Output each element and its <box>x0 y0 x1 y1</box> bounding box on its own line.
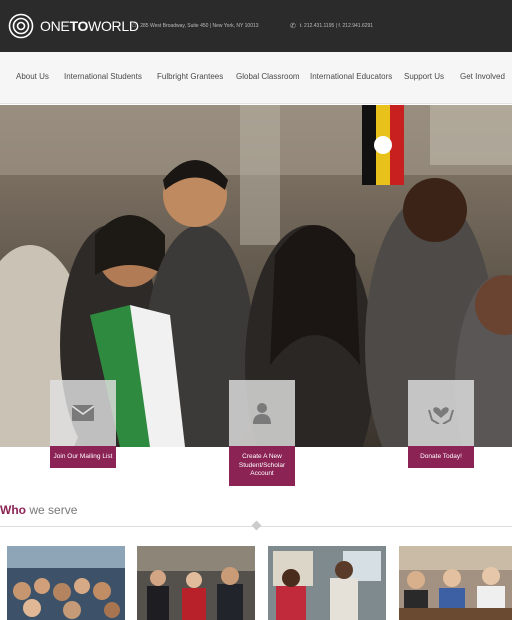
thumb-fulbright-grantees[interactable] <box>137 546 255 620</box>
thumb-international-students[interactable] <box>7 546 125 620</box>
cta-donate-label[interactable]: Donate Today! <box>408 446 474 468</box>
user-icon <box>253 403 271 424</box>
nav-international-educators[interactable]: International Educators <box>310 72 392 81</box>
address-text: 285 West Broadway, Suite 450 | New York,… <box>140 22 259 29</box>
main-nav: About Us International Students Fulbrigh… <box>0 52 512 104</box>
nav-international-students[interactable]: International Students <box>64 72 142 81</box>
nav-about-us[interactable]: About Us <box>16 72 49 81</box>
address: ⌂ 285 West Broadway, Suite 450 | New Yor… <box>132 22 259 29</box>
phone-info: ✆ t. 212.431.1195 | f. 212.941.6291 <box>290 22 373 30</box>
logo-text: ONETOWORLD <box>40 18 139 34</box>
logo-rings-icon <box>8 13 34 39</box>
nav-get-involved[interactable]: Get Involved <box>460 72 505 81</box>
cta-donate-box[interactable] <box>408 380 474 446</box>
section-title: Who we serve <box>0 503 78 517</box>
hands-heart-icon <box>428 407 454 424</box>
divider-diamond-icon <box>251 520 262 531</box>
nav-support-us[interactable]: Support Us <box>404 72 444 81</box>
cta-account-label[interactable]: Create A New Student/Scholar Account <box>229 446 295 486</box>
nav-global-classroom[interactable]: Global Classroom <box>236 72 300 81</box>
thumb-global-classroom[interactable] <box>268 546 386 620</box>
cta-account-box[interactable] <box>229 380 295 446</box>
cta-mailing-box[interactable] <box>50 380 116 446</box>
cta-mailing-label[interactable]: Join Our Mailing List <box>50 446 116 468</box>
nav-fulbright-grantees[interactable]: Fulbright Grantees <box>157 72 223 81</box>
top-bar: ONETOWORLD ⌂ 285 West Broadway, Suite 45… <box>0 0 512 52</box>
phone-icon: ✆ <box>290 23 296 30</box>
thumb-international-educators[interactable] <box>399 546 512 620</box>
envelope-icon <box>72 405 94 421</box>
site-logo[interactable]: ONETOWORLD <box>8 8 139 44</box>
phone-text: t. 212.431.1195 | f. 212.941.6291 <box>299 23 374 29</box>
home-icon: ⌂ <box>132 22 137 29</box>
